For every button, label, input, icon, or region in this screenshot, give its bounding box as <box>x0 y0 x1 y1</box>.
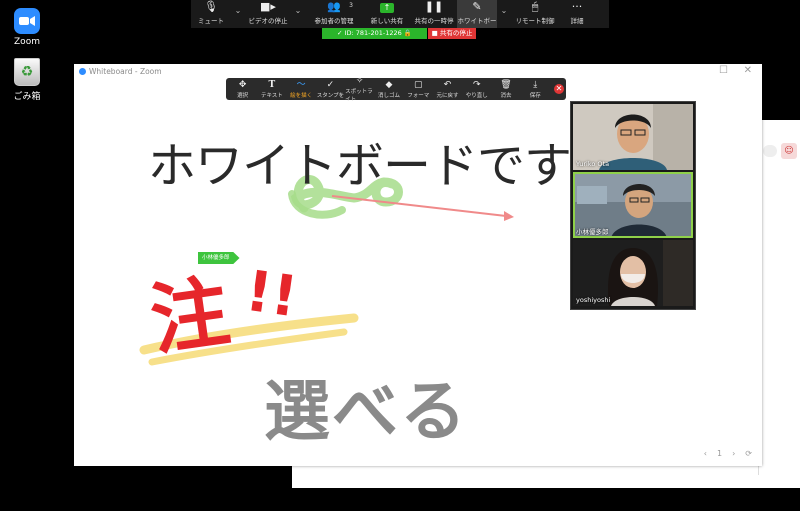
new-share-button[interactable]: ↑ 新しい共有 <box>363 0 411 28</box>
zoom-app-icon <box>14 8 40 34</box>
participants-icon: 👥 <box>327 0 341 13</box>
chevron-right-icon[interactable]: › <box>732 449 735 458</box>
whiteboard-toolbar: ✥ 選択 T テキスト 〜絵を描く ✓ スタンプを ✧ スポットライト ◆ 消しゴム ▢ フ… <box>226 76 566 103</box>
lock-icon: 🔒 <box>401 29 412 37</box>
tool-clear[interactable]: 🗑 消去 <box>491 80 520 99</box>
text-icon: T <box>268 79 276 90</box>
tool-format[interactable]: ▢ フォーマ <box>404 80 433 99</box>
new-page-icon[interactable]: ⟳ <box>745 449 752 458</box>
tool-redo[interactable]: ↷ やり直し <box>462 80 491 99</box>
move-icon: ✥ <box>238 79 247 90</box>
page-navigator: ‹ 1 › ⟳ <box>704 449 752 458</box>
tool-select[interactable]: ✥ 選択 <box>228 80 257 99</box>
video-tile[interactable]: Yuriko Ota <box>573 104 693 170</box>
zoom-logo-icon <box>79 68 86 75</box>
close-toolbar-icon[interactable]: ✕ <box>553 84 564 94</box>
whiteboard-heading-text: ホワイトボードです <box>148 138 572 194</box>
stop-share-button[interactable]: ■ 共有の停止 <box>428 28 476 39</box>
video-tile[interactable]: yoshiyoshi <box>573 240 693 306</box>
pink-arrow-head <box>504 211 514 221</box>
participant-name: 小林優多郎 <box>576 228 609 236</box>
remote-control-button[interactable]: 🖱 リモート制御 <box>511 0 559 28</box>
desktop-icon-recycle-bin[interactable]: ♻ ごみ箱 <box>0 58 54 102</box>
shield-icon: ✓ <box>337 29 345 37</box>
more-icon: ··· <box>571 0 583 13</box>
trash-icon: 🗑 <box>500 79 512 90</box>
whiteboard-button[interactable]: ✎ ホワイトボー <box>457 0 497 28</box>
tool-eraser[interactable]: ◆ 消しゴム <box>374 80 403 99</box>
recycle-bin-icon: ♻ <box>14 58 40 86</box>
draw-icon: 〜 <box>296 79 306 90</box>
background-window-edge: ☺ <box>758 125 800 475</box>
tool-text[interactable]: T テキスト <box>257 80 286 99</box>
video-panel: Yuriko Ota 小林優多郎 yoshiyoshi <box>570 101 696 310</box>
close-icon[interactable]: ✕ <box>744 65 752 76</box>
stop-video-button[interactable]: ■▸ ビデオの停止 <box>245 0 291 28</box>
pencil-icon: ✎ <box>472 0 482 13</box>
tool-stamp[interactable]: ✓ スタンプを <box>316 80 345 99</box>
participant-name: Yuriko Ota <box>576 160 610 168</box>
page-number: 1 <box>717 449 723 458</box>
maximize-icon[interactable]: ☐ <box>719 65 728 76</box>
pink-arrow-line <box>331 195 507 217</box>
chevron-down-icon: ⌄ <box>294 5 302 15</box>
video-options-caret[interactable]: ⌄ <box>291 0 305 28</box>
audio-options-caret[interactable]: ⌄ <box>231 0 245 28</box>
desktop-icon-label: ごみ箱 <box>13 92 41 102</box>
more-button[interactable]: ··· 詳細 <box>559 0 595 28</box>
stop-icon: ■ <box>431 29 440 37</box>
stamp-icon: ✓ <box>326 79 335 90</box>
microphone-icon: 🎙 <box>204 0 218 13</box>
video-tile[interactable]: 小林優多郎 <box>573 172 693 238</box>
save-icon: ⤓ <box>533 79 538 90</box>
tool-spotlight[interactable]: ✧ スポットライト <box>345 76 374 103</box>
whiteboard-red-character: 注 <box>145 266 235 367</box>
chevron-left-icon[interactable]: ‹ <box>704 449 707 458</box>
desktop-icon-zoom[interactable]: Zoom <box>0 8 54 47</box>
search-field[interactable] <box>763 145 777 157</box>
whiteboard-options-caret[interactable]: ⌄ <box>497 0 511 28</box>
redo-icon: ↷ <box>472 79 481 90</box>
share-screen-icon: ↑ <box>380 3 394 13</box>
tool-undo[interactable]: ↶ 元に戻す <box>433 80 462 99</box>
format-icon: ▢ <box>413 79 423 90</box>
tool-save[interactable]: ⤓ 保存 <box>521 80 550 99</box>
whiteboard-gray-text: 選べる <box>264 373 468 450</box>
pause-share-button[interactable]: ❚❚ 共有の一時停 <box>411 0 457 28</box>
participant-name: yoshiyoshi <box>576 296 611 304</box>
window-title: Whiteboard - Zoom <box>89 67 162 76</box>
manage-participants-button[interactable]: 👥 3 参加者の管理 <box>305 0 363 28</box>
pause-icon: ❚❚ <box>424 0 444 13</box>
chevron-down-icon: ⌄ <box>234 5 242 15</box>
avatar: ☺ <box>781 143 797 159</box>
mouse-icon: 🖱 <box>531 0 539 13</box>
whiteboard-red-exclamation: !! <box>241 258 302 331</box>
undo-icon: ↶ <box>443 79 452 90</box>
tool-draw[interactable]: 〜絵を描く <box>287 80 316 99</box>
chevron-down-icon: ⌄ <box>500 5 508 15</box>
mute-button[interactable]: 🎙 ミュート <box>191 0 231 28</box>
eraser-icon: ◆ <box>385 79 393 90</box>
spotlight-icon: ✧ <box>355 75 364 86</box>
meeting-toolbar: 🎙 ミュート ⌄ ■▸ ビデオの停止 ⌄ 👥 3 参加者の管理 ↑ 新しい共有 … <box>191 0 609 28</box>
participant-count: 3 <box>349 2 353 9</box>
desktop-icon-label: Zoom <box>14 37 40 47</box>
video-camera-icon: ■▸ <box>260 0 276 13</box>
annotator-name-tag: 小林優多郎 <box>198 252 240 264</box>
meeting-id-bar[interactable]: ✓ ID: 781-201-1226 🔒 <box>322 28 427 39</box>
